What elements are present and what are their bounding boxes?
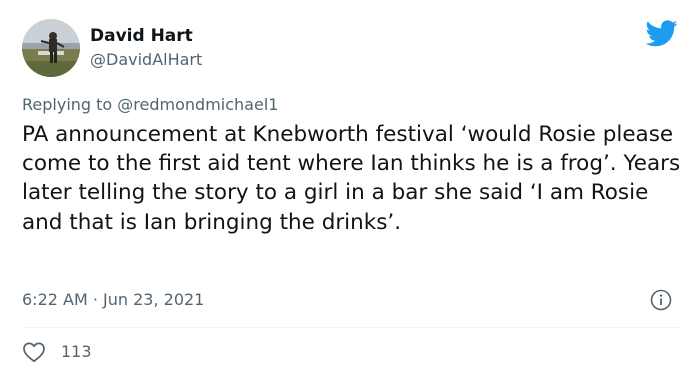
author-names: David Hart @DavidAlHart [90, 25, 202, 71]
reply-mention-link[interactable]: @redmondmichael1 [117, 95, 278, 114]
tweet-text: PA announcement at Knebworth festival ‘w… [22, 122, 681, 235]
heart-icon [23, 342, 45, 363]
tweet-header: David Hart @DavidAlHart [22, 16, 202, 80]
reply-context: Replying to @redmondmichael1 [22, 94, 278, 116]
divider [22, 327, 678, 328]
author-display-name[interactable]: David Hart [90, 25, 202, 47]
twitter-bird-icon[interactable] [646, 20, 678, 47]
avatar[interactable] [22, 19, 80, 77]
tweet-timestamp[interactable]: 6:22 AM · Jun 23, 2021 [22, 289, 204, 311]
author-handle[interactable]: @DavidAlHart [90, 49, 202, 71]
avatar-photo [22, 19, 80, 77]
tweet-card: David Hart @DavidAlHart Replying to @red… [0, 0, 700, 381]
info-icon[interactable] [650, 289, 672, 311]
like-button[interactable]: 113 [22, 341, 92, 363]
reply-prefix: Replying to [22, 95, 113, 114]
like-count: 113 [61, 342, 92, 361]
